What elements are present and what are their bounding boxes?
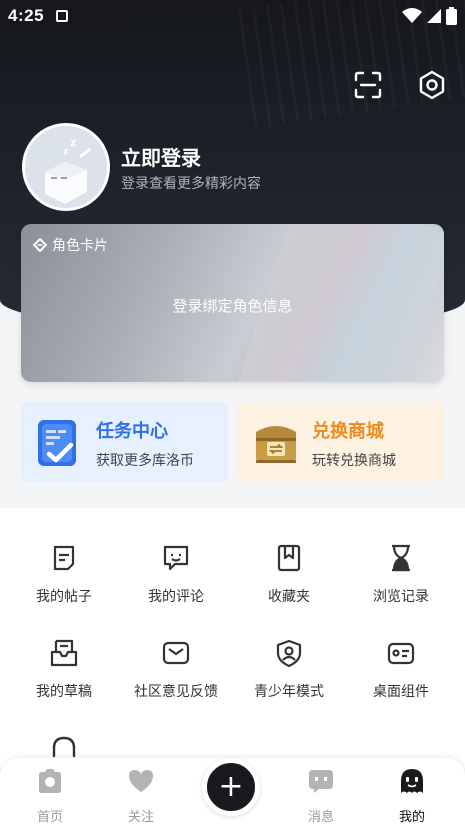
draft-tray-icon [50, 639, 78, 667]
menu-item-my-posts[interactable]: 我的帖子 [6, 543, 122, 606]
post-icon [53, 545, 75, 571]
task-center-card[interactable]: 任务中心 获取更多库洛币 [21, 402, 228, 482]
status-time: 4:25 [8, 6, 45, 25]
wifi-icon [402, 8, 422, 23]
exchange-mall-card[interactable]: 兑换商城 玩转兑换商城 [237, 402, 444, 482]
menu-item-feedback[interactable]: 社区意见反馈 [118, 638, 234, 701]
menu-item-my-comments[interactable]: 我的评论 [118, 543, 234, 606]
mail-icon [162, 641, 190, 665]
notification-icon [56, 10, 69, 22]
shield-user-icon [276, 639, 302, 668]
diamond-icon [33, 238, 47, 252]
menu-label-history: 浏览记录 [373, 589, 429, 605]
menu-label-my-drafts: 我的草稿 [36, 684, 92, 700]
menu-grid: 我的帖子 我的评论 收藏夹 浏览记录 我的草稿 社区意见反馈 青少年模式 桌面组… [0, 508, 465, 768]
menu-label-desktop-widget: 桌面组件 [373, 684, 429, 700]
menu-label-teen-mode: 青少年模式 [254, 684, 324, 700]
hourglass-icon [392, 544, 410, 572]
heart-icon [129, 770, 153, 792]
tab-messages[interactable]: 消息 [291, 766, 351, 825]
scan-button[interactable] [351, 68, 385, 102]
header-actions [351, 68, 449, 102]
menu-label-feedback: 社区意见反馈 [134, 684, 218, 700]
tab-messages-label: 消息 [307, 810, 334, 825]
create-post-button[interactable]: + [202, 758, 260, 816]
tab-me[interactable]: 我的 [382, 766, 442, 825]
menu-label-my-posts: 我的帖子 [36, 589, 92, 605]
widget-card-icon [387, 642, 415, 665]
scan-icon [354, 71, 382, 99]
login-button[interactable]: 立即登录 [121, 142, 201, 171]
ghost-face-icon [401, 769, 423, 793]
exchange-mall-subtitle: 玩转兑换商城 [312, 453, 396, 469]
exchange-mall-title: 兑换商城 [312, 421, 384, 442]
sleeping-avatar-icon: z z [25, 126, 107, 208]
tab-follow[interactable]: 关注 [111, 766, 171, 825]
role-card-label: 角色卡片 [52, 238, 108, 254]
plus-icon: + [218, 769, 244, 804]
tab-me-label: 我的 [398, 810, 425, 825]
tab-home-label: 首页 [36, 810, 63, 825]
comment-icon [163, 545, 189, 571]
task-list-icon [38, 420, 76, 466]
menu-label-my-comments: 我的评论 [148, 589, 204, 605]
bind-role-message[interactable]: 登录绑定角色信息 [21, 295, 444, 316]
menu-item-history[interactable]: 浏览记录 [343, 543, 459, 606]
task-center-subtitle: 获取更多库洛币 [96, 453, 194, 469]
menu-item-my-drafts[interactable]: 我的草稿 [6, 638, 122, 701]
role-card[interactable]: 角色卡片 登录绑定角色信息 [21, 224, 444, 382]
avatar[interactable]: z z [22, 123, 110, 211]
menu-item-desktop-widget[interactable]: 桌面组件 [343, 638, 459, 701]
status-bar: 4:25 [0, 0, 465, 32]
tab-follow-label: 关注 [127, 810, 154, 825]
login-subtitle: 登录查看更多精彩内容 [121, 176, 261, 192]
chat-face-icon [309, 770, 333, 793]
treasure-chest-icon [256, 426, 296, 463]
settings-icon [419, 70, 445, 100]
settings-button[interactable] [415, 68, 449, 102]
camera-home-icon [39, 769, 61, 793]
status-icons [402, 7, 457, 25]
svg-text:z: z [63, 147, 68, 157]
role-card-header: 角色卡片 [33, 235, 108, 255]
task-center-title: 任务中心 [96, 421, 168, 442]
menu-label-favorites: 收藏夹 [268, 589, 310, 605]
signal-icon [427, 9, 441, 23]
menu-item-teen-mode[interactable]: 青少年模式 [231, 638, 347, 701]
battery-icon [446, 7, 457, 25]
bookmark-icon [277, 544, 301, 572]
menu-item-favorites[interactable]: 收藏夹 [231, 543, 347, 606]
tab-home[interactable]: 首页 [20, 766, 80, 825]
svg-text:z: z [70, 136, 76, 149]
